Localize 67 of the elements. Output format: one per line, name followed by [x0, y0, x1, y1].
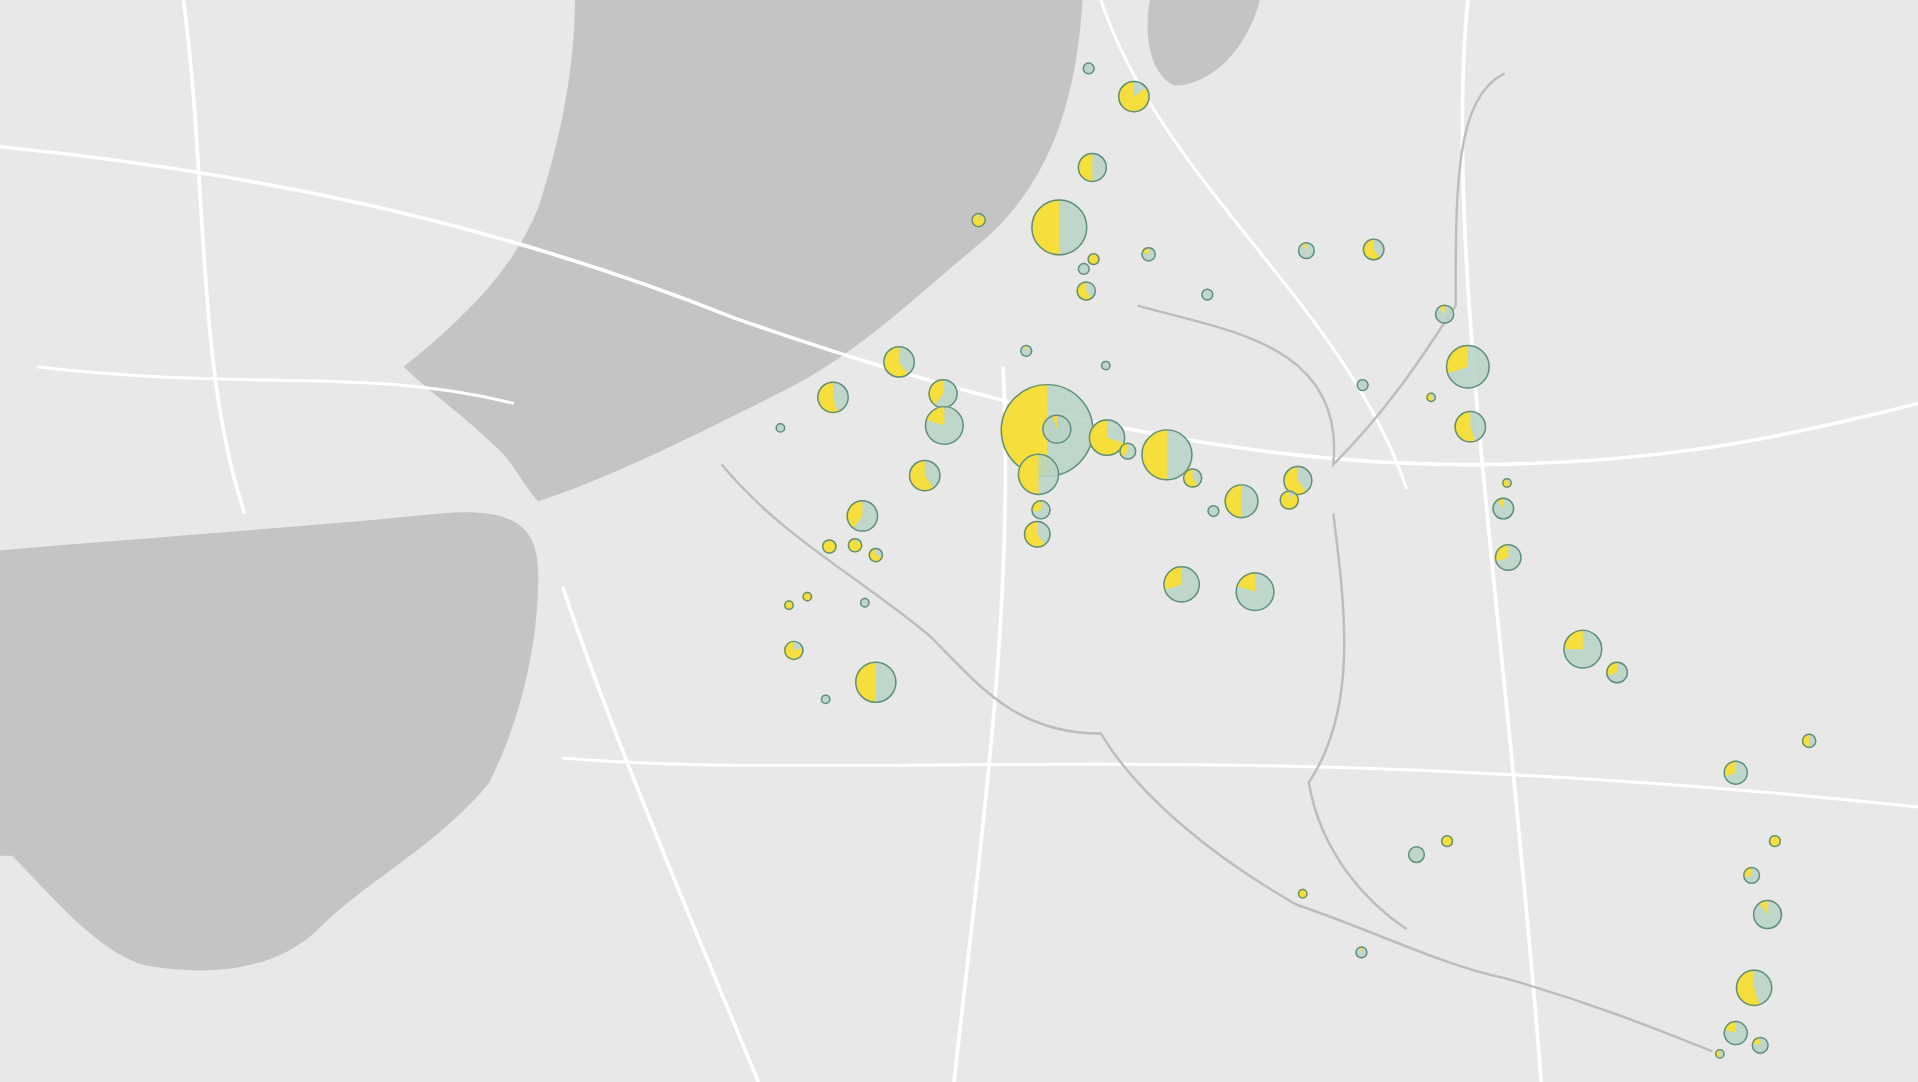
pie-marker[interactable]	[1163, 566, 1200, 603]
pie-marker[interactable]	[1751, 1036, 1769, 1054]
pie-marker[interactable]	[1743, 866, 1761, 884]
pie-marker[interactable]	[1017, 453, 1060, 496]
pie-marker[interactable]	[1182, 468, 1203, 488]
pie-marker[interactable]	[859, 597, 870, 608]
pie-marker[interactable]	[1042, 414, 1072, 444]
pie-marker[interactable]	[1297, 888, 1308, 899]
pie-marker[interactable]	[924, 405, 964, 446]
pie-marker[interactable]	[1118, 80, 1150, 113]
pie-marker[interactable]	[1077, 152, 1107, 183]
pie-marker[interactable]	[1088, 419, 1126, 457]
pie-marker[interactable]	[1224, 484, 1259, 519]
pie-marker[interactable]	[1119, 442, 1137, 460]
pie-marker[interactable]	[1141, 246, 1156, 262]
pie-marker[interactable]	[1279, 490, 1300, 510]
pie-marker[interactable]	[822, 539, 837, 554]
pie-marker[interactable]	[868, 547, 884, 563]
pie-marker[interactable]	[928, 379, 958, 409]
pie-marker[interactable]	[1141, 429, 1193, 481]
pie-marker[interactable]	[1283, 465, 1313, 496]
pie-marker[interactable]	[775, 423, 786, 433]
pie-marker[interactable]	[1606, 661, 1629, 684]
pie-marker[interactable]	[847, 537, 863, 553]
pie-marker[interactable]	[1362, 238, 1385, 261]
pie-marker[interactable]	[1445, 344, 1490, 389]
pie-marker[interactable]	[1494, 544, 1522, 571]
pie-marker[interactable]	[1082, 62, 1095, 75]
pie-marker[interactable]	[971, 212, 986, 228]
pie-marker[interactable]	[1100, 360, 1111, 371]
pie-marker[interactable]	[1502, 478, 1512, 488]
pie-marker[interactable]	[1768, 835, 1781, 848]
pie-marker[interactable]	[1201, 288, 1214, 301]
pie-marker[interactable]	[1076, 281, 1096, 301]
pie-marker[interactable]	[1087, 253, 1100, 266]
pie-marker[interactable]	[784, 640, 804, 661]
pie-marker[interactable]	[1023, 520, 1051, 548]
pie-marker[interactable]	[846, 500, 879, 532]
pie-marker[interactable]	[1440, 835, 1454, 848]
pie-marker[interactable]	[1235, 572, 1275, 612]
pie-marker[interactable]	[1752, 899, 1783, 930]
pie-marker[interactable]	[1723, 760, 1748, 785]
pie-marker[interactable]	[1407, 846, 1426, 864]
pie-marker[interactable]	[802, 591, 813, 602]
pie-marker[interactable]	[1492, 497, 1515, 520]
pie-marker[interactable]	[1454, 410, 1487, 443]
pie-marker[interactable]	[1426, 392, 1437, 403]
pie-marker[interactable]	[1031, 199, 1088, 256]
pie-marker[interactable]	[1434, 304, 1455, 324]
pie-marker[interactable]	[1801, 733, 1817, 749]
pie-marker[interactable]	[1723, 1020, 1748, 1046]
pie-marker[interactable]	[1207, 504, 1220, 518]
pie-marker[interactable]	[1714, 1049, 1725, 1059]
pie-marker[interactable]	[1020, 344, 1033, 357]
pie-marker[interactable]	[1031, 500, 1051, 520]
pie-marker[interactable]	[784, 600, 794, 611]
pie-marker[interactable]	[1355, 946, 1368, 959]
pie-marker[interactable]	[817, 381, 849, 414]
pie-marker[interactable]	[855, 661, 897, 703]
pie-marker[interactable]	[1077, 262, 1090, 276]
pie-marker[interactable]	[1297, 242, 1315, 260]
pie-marker[interactable]	[908, 459, 941, 492]
pie-marker[interactable]	[820, 694, 831, 705]
pie-marker[interactable]	[1735, 969, 1773, 1007]
pie-marker[interactable]	[1356, 379, 1369, 392]
pie-marker[interactable]	[1563, 629, 1603, 669]
pie-marker[interactable]	[883, 346, 915, 378]
